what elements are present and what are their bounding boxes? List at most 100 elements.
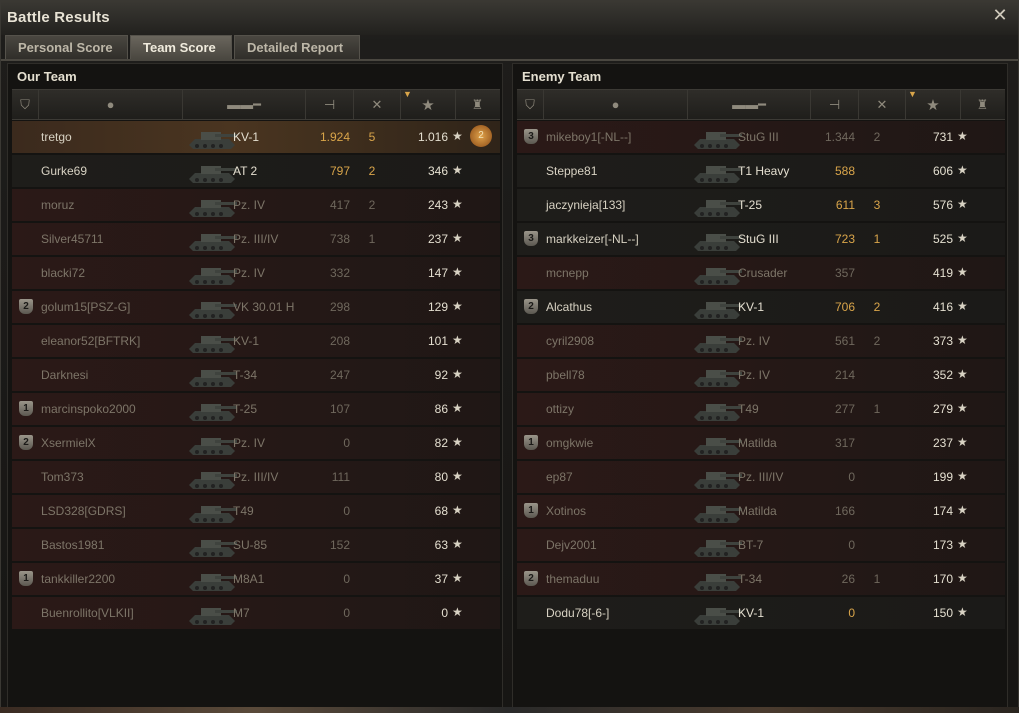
table-row[interactable]: 3 markkeizer[-NL--] StuG III 723 1 525 ★ <box>517 223 1005 255</box>
xp-value: 419 <box>932 266 953 280</box>
table-row[interactable]: Darknesi T-34 247 92 ★ <box>12 359 500 391</box>
player-name[interactable]: mikeboy1[-NL--] <box>546 130 631 144</box>
player-name[interactable]: blacki72 <box>41 266 85 280</box>
squad-shield-icon[interactable]: ⛉ <box>517 90 544 119</box>
table-row[interactable]: 2 golum15[PSZ-G] VK 30.01 H 298 129 ★ <box>12 291 500 323</box>
damage-value: 247 <box>329 368 350 382</box>
player-name[interactable]: golum15[PSZ-G] <box>41 300 130 314</box>
tank-thumbnail-icon <box>690 123 745 151</box>
damage-value: 107 <box>329 402 350 416</box>
player-silhouette-icon[interactable]: ● <box>544 90 688 119</box>
table-row[interactable]: pbell78 Pz. IV 214 352 ★ <box>517 359 1005 391</box>
xp-value: 86 <box>434 402 448 416</box>
player-name[interactable]: Gurke69 <box>41 164 87 178</box>
damage-shell-icon[interactable]: ⊣ <box>811 90 859 119</box>
tank-silhouette-icon[interactable]: ▬▬━ <box>183 90 306 119</box>
player-name[interactable]: ep87 <box>546 470 573 484</box>
table-row[interactable]: 2 Alcathus KV-1 706 2 416 ★ <box>517 291 1005 323</box>
player-name[interactable]: Bastos1981 <box>41 538 104 552</box>
player-name[interactable]: eleanor52[BFTRK] <box>41 334 140 348</box>
kills-value: 2 <box>368 198 376 212</box>
damage-value: 738 <box>329 232 350 246</box>
table-row[interactable]: Steppe81 T1 Heavy 588 606 ★ <box>517 155 1005 187</box>
tank-silhouette-icon[interactable]: ▬▬━ <box>688 90 811 119</box>
table-row[interactable]: eleanor52[BFTRK] KV-1 208 101 ★ <box>12 325 500 357</box>
player-name[interactable]: Silver45711 <box>41 232 103 246</box>
damage-value: 0 <box>848 538 855 552</box>
player-name[interactable]: moruz <box>41 198 74 212</box>
star-icon: ★ <box>452 333 463 347</box>
star-icon: ★ <box>452 129 463 143</box>
destroyed-tank-icon[interactable]: ✕ <box>859 90 906 119</box>
xp-value: 352 <box>932 368 953 382</box>
table-row[interactable]: Buenrollito[VLKII] M7 0 0 ★ <box>12 597 500 629</box>
table-row[interactable]: 1 marcinspoko2000 T-25 107 86 ★ <box>12 393 500 425</box>
experience-star-icon[interactable]: ▼ ★ <box>906 89 961 119</box>
player-name[interactable]: Darknesi <box>41 368 88 382</box>
player-name[interactable]: omgkwie <box>546 436 593 450</box>
player-name[interactable]: jaczynieja[133] <box>546 198 625 212</box>
squad-badge: 1 <box>524 503 538 518</box>
table-row[interactable]: Tom373 Pz. III/IV 111 80 ★ <box>12 461 500 493</box>
medal-icon[interactable]: ♜ <box>456 90 499 119</box>
medal-icon[interactable]: ♜ <box>961 90 1004 119</box>
player-silhouette-icon[interactable]: ● <box>39 90 183 119</box>
destroyed-tank-icon[interactable]: ✕ <box>354 90 401 119</box>
player-name[interactable]: LSD328[GDRS] <box>41 504 126 518</box>
table-row[interactable]: Gurke69 AT 2 797 2 346 ★ <box>12 155 500 187</box>
table-row[interactable]: moruz Pz. IV 417 2 243 ★ <box>12 189 500 221</box>
tank-thumbnail-icon <box>185 259 240 287</box>
close-icon[interactable]: ✕ <box>990 5 1010 25</box>
player-name[interactable]: Xotinos <box>546 504 586 518</box>
table-row[interactable]: Bastos1981 SU-85 152 63 ★ <box>12 529 500 561</box>
table-row[interactable]: jaczynieja[133] T-25 611 3 576 ★ <box>517 189 1005 221</box>
star-icon: ★ <box>452 197 463 211</box>
table-row[interactable]: ottizy T49 277 1 279 ★ <box>517 393 1005 425</box>
table-row[interactable]: Dodu78[-6-] KV-1 0 150 ★ <box>517 597 1005 629</box>
player-name[interactable]: Alcathus <box>546 300 592 314</box>
medal-icon[interactable]: 2 <box>470 125 492 147</box>
table-row[interactable]: 3 mikeboy1[-NL--] StuG III 1.344 2 731 ★ <box>517 121 1005 153</box>
table-row[interactable]: 2 XsermielX Pz. IV 0 82 ★ <box>12 427 500 459</box>
table-row[interactable]: 1 Xotinos Matilda 166 174 ★ <box>517 495 1005 527</box>
star-icon: ★ <box>452 571 463 585</box>
player-name[interactable]: marcinspoko2000 <box>41 402 136 416</box>
star-icon: ★ <box>957 129 968 143</box>
star-icon: ★ <box>452 231 463 245</box>
player-name[interactable]: Tom373 <box>41 470 84 484</box>
star-icon: ★ <box>957 401 968 415</box>
table-row[interactable]: LSD328[GDRS] T49 0 68 ★ <box>12 495 500 527</box>
table-row[interactable]: Silver45711 Pz. III/IV 738 1 237 ★ <box>12 223 500 255</box>
table-row[interactable]: 1 omgkwie Matilda 317 237 ★ <box>517 427 1005 459</box>
tank-name: M8A1 <box>233 572 265 586</box>
damage-shell-icon[interactable]: ⊣ <box>306 90 354 119</box>
xp-value: 243 <box>427 198 448 212</box>
player-name[interactable]: XsermielX <box>41 436 96 450</box>
player-name[interactable]: tretgo <box>41 130 72 144</box>
table-row[interactable]: mcnepp Crusader 357 419 ★ <box>517 257 1005 289</box>
table-row[interactable]: tretgo KV-1 1.924 5 1.016 ★ 2 <box>12 121 500 153</box>
squad-shield-icon[interactable]: ⛉ <box>12 90 39 119</box>
player-name[interactable]: pbell78 <box>546 368 585 382</box>
player-name[interactable]: Dodu78[-6-] <box>546 606 609 620</box>
tab-personal-score[interactable]: Personal Score <box>5 35 128 59</box>
sort-arrow-icon: ▼ <box>403 89 412 99</box>
tab-team-score[interactable]: Team Score <box>130 35 232 59</box>
player-name[interactable]: tankkiller2200 <box>41 572 115 586</box>
player-name[interactable]: Dejv2001 <box>546 538 597 552</box>
player-name[interactable]: markkeizer[-NL--] <box>546 232 639 246</box>
player-name[interactable]: ottizy <box>546 402 574 416</box>
player-name[interactable]: mcnepp <box>546 266 589 280</box>
table-row[interactable]: cyril2908 Pz. IV 561 2 373 ★ <box>517 325 1005 357</box>
player-name[interactable]: themaduu <box>546 572 599 586</box>
player-name[interactable]: cyril2908 <box>546 334 594 348</box>
player-name[interactable]: Buenrollito[VLKII] <box>41 606 134 620</box>
player-name[interactable]: Steppe81 <box>546 164 597 178</box>
table-row[interactable]: ep87 Pz. III/IV 0 199 ★ <box>517 461 1005 493</box>
experience-star-icon[interactable]: ▼ ★ <box>401 89 456 119</box>
table-row[interactable]: blacki72 Pz. IV 332 147 ★ <box>12 257 500 289</box>
table-row[interactable]: 2 themaduu T-34 26 1 170 ★ <box>517 563 1005 595</box>
tab-detailed-report[interactable]: Detailed Report <box>234 35 360 59</box>
table-row[interactable]: Dejv2001 BT-7 0 173 ★ <box>517 529 1005 561</box>
table-row[interactable]: 1 tankkiller2200 M8A1 0 37 ★ <box>12 563 500 595</box>
